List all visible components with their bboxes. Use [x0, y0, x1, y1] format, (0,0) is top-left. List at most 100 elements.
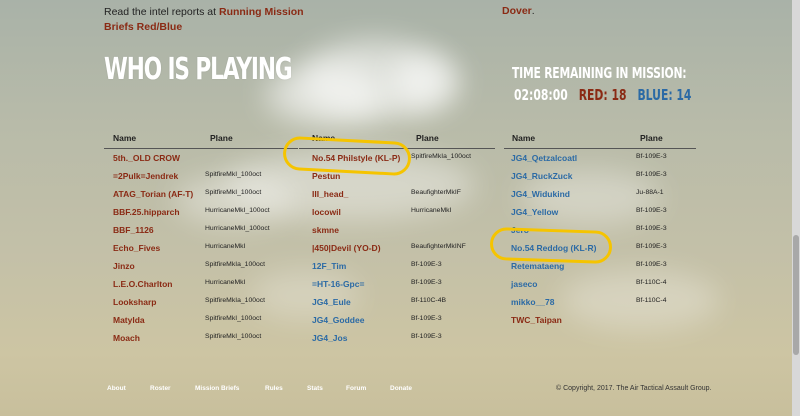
dover-link[interactable]: Dover	[502, 5, 532, 17]
player-name-link[interactable]: JG4_Yellow	[511, 207, 558, 217]
table-row: ATAG_Torian (AF-T) SpitfireMkI_100oct	[104, 185, 298, 203]
plane-type: SpitfireMkI_100oct	[205, 189, 262, 196]
plane-type: Bf-109E-3	[411, 279, 442, 286]
plane-column-header: Plane	[210, 133, 233, 143]
player-name-link[interactable]: |450|Devil (YO-D)	[312, 243, 381, 253]
footer-link-donate[interactable]: Donate	[390, 385, 412, 392]
table-row: 5th._OLD CROW	[104, 149, 298, 167]
player-name-link[interactable]: JG4_RuckZuck	[511, 171, 572, 181]
footer-link-rules[interactable]: Rules	[265, 385, 283, 392]
table-header: Name Plane	[504, 130, 696, 149]
player-name-link[interactable]: jaseco	[511, 279, 537, 289]
player-name-link[interactable]: JG4_Eule	[312, 297, 351, 307]
player-name-link[interactable]: 5th._OLD CROW	[113, 153, 180, 163]
player-name-link[interactable]: mikko__78	[511, 297, 554, 307]
player-name-link[interactable]: JG4_Goddee	[312, 315, 364, 325]
intel-intro: Read the intel reports at Running Missio…	[104, 5, 324, 35]
plane-type: Bf-109E-3	[411, 261, 442, 268]
highlight-reddog	[489, 226, 613, 265]
plane-type: SpitfireMkI_100oct	[205, 333, 262, 340]
footer-link-roster[interactable]: Roster	[150, 385, 171, 392]
mission-clock: 02:08:00	[514, 86, 568, 104]
player-name-link[interactable]: JG4_Widukind	[511, 189, 570, 199]
table-row: =2Pulk=Jendrek SpitfireMkI_100oct	[104, 167, 298, 185]
plane-type: SpitfireMkIa_100oct	[411, 153, 472, 160]
plane-type: HurricaneMkI_100oct	[205, 207, 270, 214]
player-name-link[interactable]: skmne	[312, 225, 339, 235]
player-name-link[interactable]: BBF_1126	[113, 225, 154, 235]
footer-link-forum[interactable]: Forum	[346, 385, 366, 392]
player-name-link[interactable]: locowil	[312, 207, 341, 217]
player-name-link[interactable]: JG4_Qetzalcoatl	[511, 153, 577, 163]
blue-label: BLUE:	[637, 86, 673, 104]
plane-type: BeaufighterMkINF	[411, 243, 466, 250]
player-name-link[interactable]: Matylda	[113, 315, 145, 325]
player-name-link[interactable]: III_head_	[312, 189, 348, 199]
plane-type: HurricaneMkI	[205, 243, 246, 250]
plane-type: SpitfireMkI_100oct	[205, 171, 262, 178]
table-row: mikko__78 Bf-110C-4	[504, 293, 696, 311]
player-name-link[interactable]: Echo_Fives	[113, 243, 160, 253]
plane-type: Bf-109E-3	[636, 243, 667, 250]
plane-column-header: Plane	[640, 133, 663, 143]
player-name-link[interactable]: 12F_Tim	[312, 261, 346, 271]
plane-type: Bf-110C-4	[636, 297, 667, 304]
footer-link-about[interactable]: About	[107, 385, 126, 392]
scrollbar-thumb[interactable]	[793, 235, 799, 355]
plane-type: SpitfireMkIa_100oct	[205, 297, 266, 304]
table-row: Moach SpitfireMkI_100oct	[104, 329, 298, 347]
player-name-link[interactable]: Retemataeng	[511, 261, 564, 271]
table-row: JG4_RuckZuck Bf-109E-3	[504, 167, 696, 185]
players-table-1: Name Plane 5th._OLD CROW =2Pulk=Jendrek Sp…	[104, 130, 298, 347]
player-name-link[interactable]: L.E.O.Charlton	[113, 279, 173, 289]
player-name-link[interactable]: =HT-16-Gpc=	[312, 279, 364, 289]
page-title: WHO IS PLAYING	[104, 52, 293, 87]
table-row: JG4_Widukind Ju-88A-1	[504, 185, 696, 203]
table-row: locowil HurricaneMkI	[299, 203, 495, 221]
table-row: JG4_Eule Bf-110C-4B	[299, 293, 495, 311]
plane-type: SpitfireMkI_100oct	[205, 315, 262, 322]
table-row: Matylda SpitfireMkI_100oct	[104, 311, 298, 329]
plane-type: Bf-109E-3	[636, 261, 667, 268]
plane-type: HurricaneMkI	[411, 207, 452, 214]
table-row: III_head_ BeaufighterMkIF	[299, 185, 495, 203]
table-row: 12F_Tim Bf-109E-3	[299, 257, 495, 275]
table-row: Looksharp SpitfireMkIa_100oct	[104, 293, 298, 311]
footer-link-stats[interactable]: Stats	[307, 385, 323, 392]
plane-type: Ju-88A-1	[636, 189, 664, 196]
player-name-link[interactable]: Jinzo	[113, 261, 135, 271]
highlight-philstyle	[282, 135, 412, 177]
name-column-header: Name	[113, 133, 137, 143]
player-name-link[interactable]: TWC_Taipan	[511, 315, 562, 325]
table-row: JG4_Jos Bf-109E-3	[299, 329, 495, 347]
dover-suffix: .	[531, 5, 535, 17]
footer-link-mission-briefs[interactable]: Mission Briefs	[195, 385, 239, 392]
plane-type: Bf-110C-4B	[411, 297, 447, 304]
player-name-link[interactable]: BBF.25.hipparch	[113, 207, 180, 217]
time-remaining-label: TIME REMAINING IN MISSION:	[512, 64, 687, 82]
table-row: BBF.25.hipparch HurricaneMkI_100oct	[104, 203, 298, 221]
plane-type: Bf-109E-3	[636, 225, 667, 232]
player-name-link[interactable]: ATAG_Torian (AF-T)	[113, 189, 193, 199]
player-name-link[interactable]: Moach	[113, 333, 140, 343]
red-count: 18	[611, 86, 627, 104]
table-row: jaseco Bf-110C-4	[504, 275, 696, 293]
blue-count: 14	[676, 86, 692, 104]
table-row: JG4_Goddee Bf-109E-3	[299, 311, 495, 329]
table-header: Name Plane	[104, 130, 298, 149]
dover-text: Dover.	[502, 5, 535, 17]
plane-type: Bf-109E-3	[636, 207, 667, 214]
plane-type: Bf-109E-3	[636, 171, 667, 178]
mission-status: 02:08:00 RED: 18 BLUE: 14	[514, 86, 691, 104]
player-name-link[interactable]: Looksharp	[113, 297, 156, 307]
table-row: BBF_1126 HurricaneMkI_100oct	[104, 221, 298, 239]
plane-type: HurricaneMkI	[205, 279, 246, 286]
plane-type: Bf-109E-3	[636, 153, 667, 160]
player-name-link[interactable]: JG4_Jos	[312, 333, 347, 343]
plane-type: SpitfireMkIa_100oct	[205, 261, 266, 268]
table-row: JG4_Yellow Bf-109E-3	[504, 203, 696, 221]
plane-type: Bf-109E-3	[411, 333, 442, 340]
name-column-header: Name	[512, 133, 536, 143]
player-name-link[interactable]: =2Pulk=Jendrek	[113, 171, 178, 181]
table-row: JG4_Qetzalcoatl Bf-109E-3	[504, 149, 696, 167]
